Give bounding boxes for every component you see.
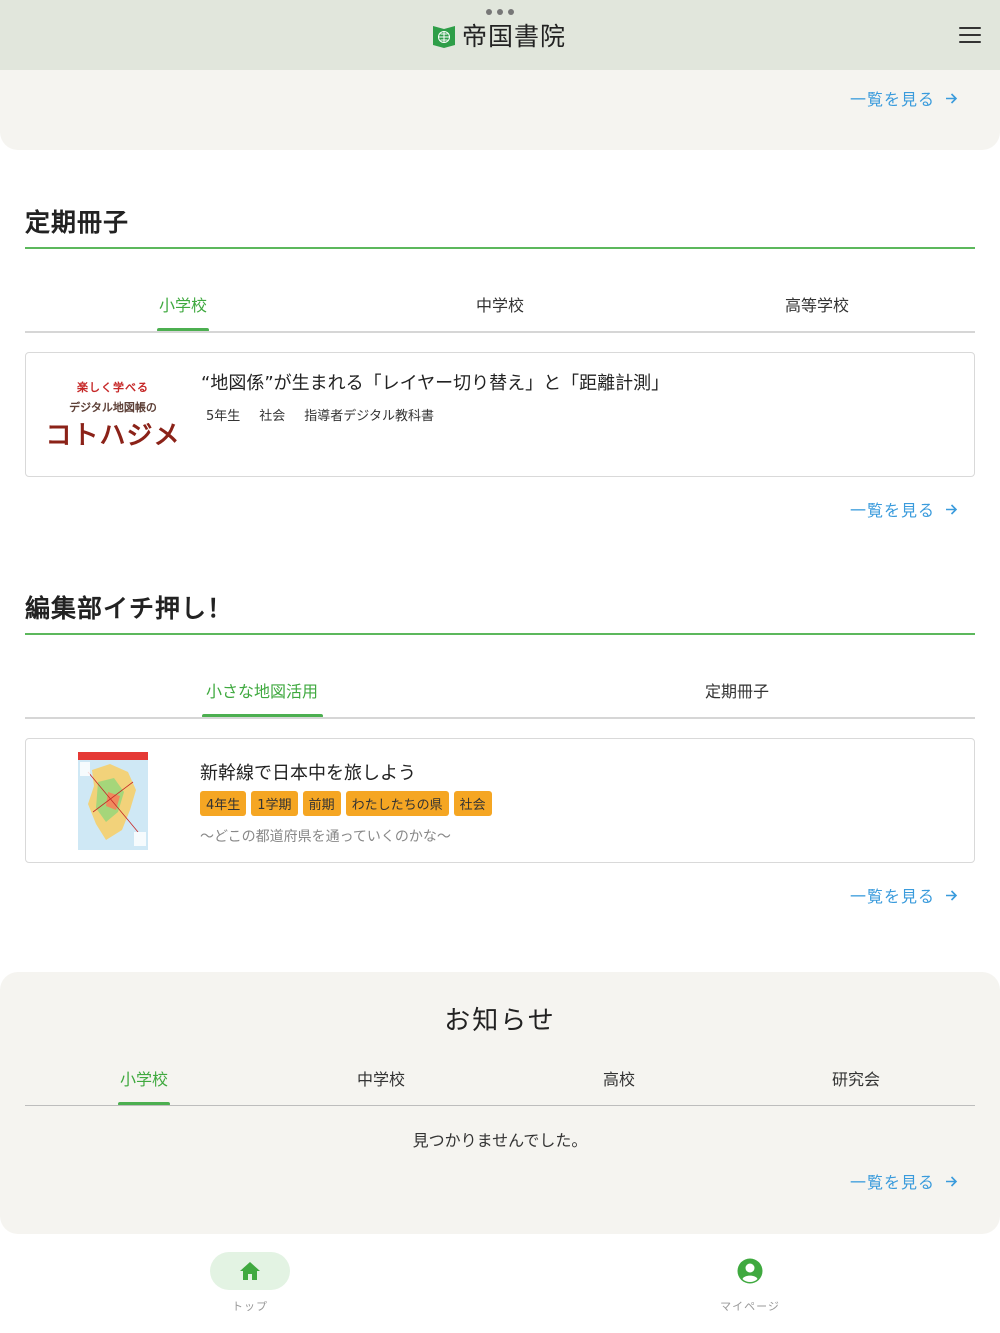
logo-text: 帝国書院 [462,22,567,51]
view-all-label: 一覧を見る [850,1173,936,1192]
booklet-meta: 5年生 社会 指導者デジタル教科書 [206,405,434,424]
arrow-right-icon [946,1175,958,1187]
view-all-link[interactable]: 一覧を見る [850,497,958,521]
thumb-line-1: 楽しく学べる [77,381,149,394]
thumb-line-2: デジタル地図帳の [69,401,157,414]
tag-list: 4年生 1学期 前期 わたしたちの県 社会 [200,791,497,816]
booklet-title: “地図係”が生まれる「レイヤー切り替え」と「距離計測」 [201,373,670,394]
view-all-label: 一覧を見る [850,887,936,906]
tab-bar-line [25,717,975,719]
bottom-navigation: トップ マイページ [0,1234,1000,1333]
tab-teiki-sasshi[interactable]: 定期冊子 [687,678,787,702]
nav-item-mypage[interactable]: マイページ [710,1252,790,1314]
recommend-subtitle: 〜どこの都道府県を通っていくのかな〜 [200,829,451,845]
view-all-label: 一覧を見る [850,501,936,520]
view-all-link[interactable]: 一覧を見る [850,86,958,110]
section-divider [25,633,975,635]
view-all-link[interactable]: 一覧を見る [850,883,958,907]
previous-section-panel [0,70,1000,150]
nav-active-pill [210,1252,290,1290]
tab-kotogakko[interactable]: 高等学校 [767,292,867,316]
tab-news-chugakko[interactable]: 中学校 [341,1066,421,1090]
meta-type: 指導者デジタル教科書 [304,409,435,424]
nav-pill [710,1252,790,1290]
section-divider [25,247,975,249]
view-all-label: 一覧を見る [850,90,936,109]
news-empty-message: 見つかりませんでした。 [412,1131,588,1150]
app-header: 帝国書院 [0,0,1000,70]
booklet-card[interactable]: 楽しく学べる デジタル地図帳の コトハジメ “地図係”が生まれる「レイヤー切り替… [25,352,975,477]
drag-handle-dots[interactable] [486,9,514,15]
hamburger-menu-icon[interactable] [958,25,982,45]
view-all-link[interactable]: 一覧を見る [850,1169,958,1193]
meta-grade: 5年生 [206,409,241,424]
recommend-title: 新幹線で日本中を旅しよう [200,763,416,784]
tag-half[interactable]: 前期 [302,791,341,816]
meta-subject: 社会 [259,409,286,424]
nav-label-mypage: マイページ [720,1300,780,1313]
arrow-right-icon [946,889,958,901]
booklet-thumbnail: 楽しく学べる デジタル地図帳の コトハジメ [38,379,188,451]
home-icon [240,1262,260,1280]
thumb-line-3: コトハジメ [45,421,181,451]
account-circle-icon [737,1258,763,1284]
tab-news-kenkyukai[interactable]: 研究会 [816,1066,896,1090]
news-title: お知らせ [444,1006,556,1036]
book-globe-icon [433,26,455,48]
tab-news-shogakko[interactable]: 小学校 [104,1066,184,1090]
tab-bar-line [25,1105,975,1106]
tag-grade[interactable]: 4年生 [200,791,247,816]
tag-subject[interactable]: 社会 [453,791,492,816]
tab-shogakko[interactable]: 小学校 [143,292,223,316]
tag-unit[interactable]: わたしたちの県 [345,791,449,816]
tab-chugakko[interactable]: 中学校 [460,292,540,316]
recommend-card[interactable]: 新幹線で日本中を旅しよう 4年生 1学期 前期 わたしたちの県 社会 〜どこの都… [25,738,975,863]
tab-bar-line [25,331,975,333]
arrow-right-icon [946,92,958,104]
tag-term[interactable]: 1学期 [251,791,298,816]
nav-label-top: トップ [232,1300,268,1313]
section-title-teiki: 定期冊子 [25,208,130,237]
arrow-right-icon [946,503,958,515]
section-title-osusume: 編集部イチ押し！ [25,594,234,623]
map-thumbnail-icon [78,752,148,850]
site-logo[interactable]: 帝国書院 [432,20,567,51]
tab-chiisana-chizu[interactable]: 小さな地図活用 [192,678,332,702]
nav-item-top[interactable]: トップ [210,1252,290,1314]
tab-news-koko[interactable]: 高校 [579,1066,659,1090]
